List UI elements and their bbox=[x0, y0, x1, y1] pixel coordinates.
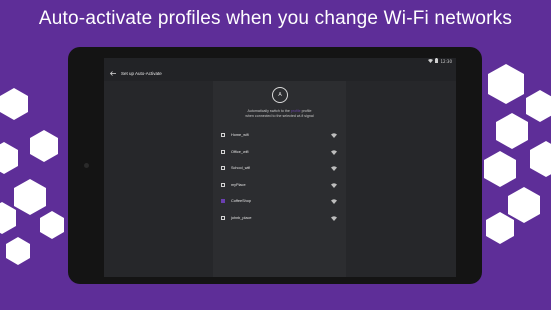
status-bar: 12:30 bbox=[104, 58, 456, 65]
promo-headline: Auto-activate profiles when you change W… bbox=[38, 8, 513, 29]
auto-activate-panel: A Automatically switch to the profile pr… bbox=[214, 81, 345, 277]
page-title: Set up Auto-Activate bbox=[121, 70, 162, 76]
arrow-back-icon[interactable] bbox=[107, 67, 119, 79]
profile-logo: A bbox=[272, 87, 288, 103]
wifi-icon bbox=[428, 58, 434, 65]
wifi-signal-icon bbox=[331, 166, 337, 171]
right-panel bbox=[346, 81, 456, 277]
network-checkbox[interactable] bbox=[221, 133, 225, 138]
wifi-signal-icon bbox=[331, 133, 337, 138]
network-row-johnb[interactable]: johnb_place bbox=[219, 210, 340, 227]
network-row-office[interactable]: Office_wifi bbox=[219, 144, 340, 161]
network-label: School_wifi bbox=[231, 166, 251, 171]
network-row-school[interactable]: School_wifi bbox=[219, 160, 340, 177]
network-checkbox-checked[interactable] bbox=[221, 199, 225, 204]
tablet-camera bbox=[84, 163, 89, 168]
network-checkbox[interactable] bbox=[221, 215, 225, 220]
profile-highlight: profile bbox=[290, 109, 301, 113]
network-row-home[interactable]: Home_wifi bbox=[219, 127, 340, 144]
wifi-signal-icon bbox=[331, 149, 337, 155]
network-row-myplace[interactable]: myPlace bbox=[219, 177, 340, 194]
description-text: Automatically switch to the profile prof… bbox=[245, 109, 314, 118]
wifi-signal-icon bbox=[331, 215, 337, 221]
network-checkbox[interactable] bbox=[221, 166, 225, 171]
network-label: CoffeeShop bbox=[231, 199, 251, 204]
wifi-signal-icon bbox=[331, 182, 337, 188]
network-checkbox[interactable] bbox=[221, 182, 225, 187]
wifi-network-list: Home_wifi Office_wifi School_wifi myPlac… bbox=[219, 127, 340, 226]
status-time: 12:30 bbox=[440, 59, 452, 64]
app-screen: 12:30 Set up Auto-Activate A Automatical… bbox=[104, 58, 456, 277]
app-bar: Set up Auto-Activate bbox=[104, 65, 456, 81]
network-label: Home_wifi bbox=[231, 133, 249, 138]
left-panel bbox=[104, 81, 213, 277]
network-label: myPlace bbox=[231, 182, 246, 187]
network-row-coffeeshop[interactable]: CoffeeShop bbox=[219, 193, 340, 210]
wifi-signal-icon bbox=[331, 199, 337, 204]
network-label: Office_wifi bbox=[231, 149, 249, 154]
network-label: johnb_place bbox=[231, 215, 252, 220]
battery-icon bbox=[435, 58, 439, 65]
network-checkbox[interactable] bbox=[221, 149, 225, 154]
